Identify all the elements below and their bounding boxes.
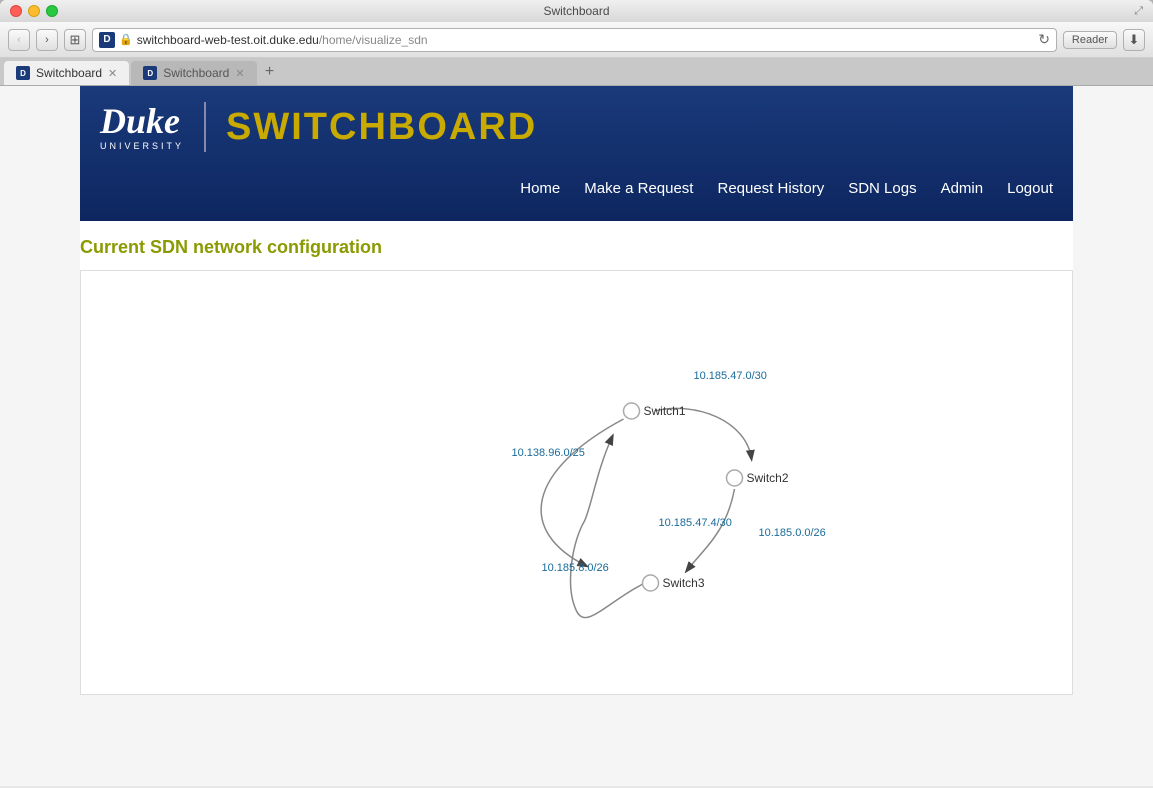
logo-divider	[204, 102, 206, 152]
nav-admin[interactable]: Admin	[941, 180, 984, 197]
tab-label-inactive: Switchboard	[163, 66, 229, 80]
tab-inactive[interactable]: D Switchboard ✕	[131, 61, 256, 85]
duke-subtitle: UNIVERSITY	[100, 141, 184, 151]
tab-close-active[interactable]: ✕	[108, 67, 117, 80]
tab-label-active: Switchboard	[36, 66, 102, 80]
subnet-label-1: 10.185.47.0/30	[694, 370, 767, 382]
subnet-label-4: 10.185.0.0/26	[759, 527, 826, 539]
forward-button[interactable]: ›	[36, 29, 58, 51]
app-title: SWITCHBOARD	[226, 106, 537, 149]
tab-bar: D Switchboard ✕ D Switchboard ✕ +	[0, 58, 1153, 86]
minimize-button[interactable]	[28, 5, 40, 17]
new-page-button[interactable]: ⊞	[64, 29, 86, 51]
edge-switch3-switch1	[571, 436, 653, 618]
subnet-label-5: 10.185.8.0/26	[542, 562, 609, 574]
duke-logo-text: Duke	[100, 103, 184, 139]
node-switch3	[643, 575, 659, 591]
resize-icon[interactable]: ⤢	[1134, 5, 1143, 18]
maximize-button[interactable]	[46, 5, 58, 17]
browser-toolbar: ‹ › ⊞ D 🔒 switchboard-web-test.oit.duke.…	[0, 22, 1153, 58]
label-switch2: Switch2	[747, 471, 789, 485]
nav-sdn-logs[interactable]: SDN Logs	[848, 180, 916, 197]
new-tab-button[interactable]: +	[259, 61, 281, 83]
page-content: Duke UNIVERSITY SWITCHBOARD Home Make a …	[0, 86, 1153, 786]
logo-section: Duke UNIVERSITY SWITCHBOARD	[100, 102, 1053, 152]
traffic-lights	[10, 5, 58, 17]
label-switch3: Switch3	[663, 576, 705, 590]
duke-logo: Duke UNIVERSITY	[100, 103, 184, 151]
edge-switch1-switch3	[541, 419, 623, 566]
network-svg: Switch1 Switch2 Switch3 10.185.47.0/30 1…	[81, 271, 1072, 691]
nav-home[interactable]: Home	[520, 180, 560, 197]
address-path: /home/visualize_sdn	[319, 33, 428, 47]
nav-make-request[interactable]: Make a Request	[584, 180, 693, 197]
tab-favicon-inactive: D	[143, 66, 157, 80]
site-nav: Home Make a Request Request History SDN …	[100, 172, 1053, 205]
node-switch2	[727, 470, 743, 486]
address-bar[interactable]: D 🔒 switchboard-web-test.oit.duke.edu/ho…	[92, 28, 1057, 52]
site-header: Duke UNIVERSITY SWITCHBOARD Home Make a …	[80, 86, 1073, 221]
node-switch1	[624, 403, 640, 419]
network-diagram: Switch1 Switch2 Switch3 10.185.47.0/30 1…	[80, 270, 1073, 695]
tab-favicon-active: D	[16, 66, 30, 80]
title-bar: Switchboard ⤢	[0, 0, 1153, 22]
site-favicon: D	[99, 32, 115, 48]
label-switch1: Switch1	[644, 404, 686, 418]
address-host: switchboard-web-test.oit.duke.edu	[137, 33, 319, 47]
window-title: Switchboard	[543, 4, 609, 18]
close-button[interactable]	[10, 5, 22, 17]
address-text: switchboard-web-test.oit.duke.edu/home/v…	[137, 33, 1034, 47]
edge-switch2-switch3	[687, 489, 735, 571]
main-content: Current SDN network configuration	[80, 221, 1073, 695]
page-heading: Current SDN network configuration	[80, 221, 1073, 270]
tab-active[interactable]: D Switchboard ✕	[4, 61, 129, 85]
reader-button[interactable]: Reader	[1063, 31, 1117, 49]
refresh-button[interactable]: ↻	[1038, 31, 1050, 48]
subnet-label-2: 10.138.96.0/25	[512, 447, 585, 459]
download-button[interactable]: ⬇	[1123, 29, 1145, 51]
tab-close-inactive[interactable]: ✕	[235, 67, 244, 80]
subnet-label-3: 10.185.47.4/30	[659, 517, 732, 529]
back-button[interactable]: ‹	[8, 29, 30, 51]
nav-request-history[interactable]: Request History	[717, 180, 824, 197]
browser-window: Switchboard ⤢ ‹ › ⊞ D 🔒 switchboard-web-…	[0, 0, 1153, 788]
lock-icon: 🔒	[119, 33, 133, 46]
nav-logout[interactable]: Logout	[1007, 180, 1053, 197]
